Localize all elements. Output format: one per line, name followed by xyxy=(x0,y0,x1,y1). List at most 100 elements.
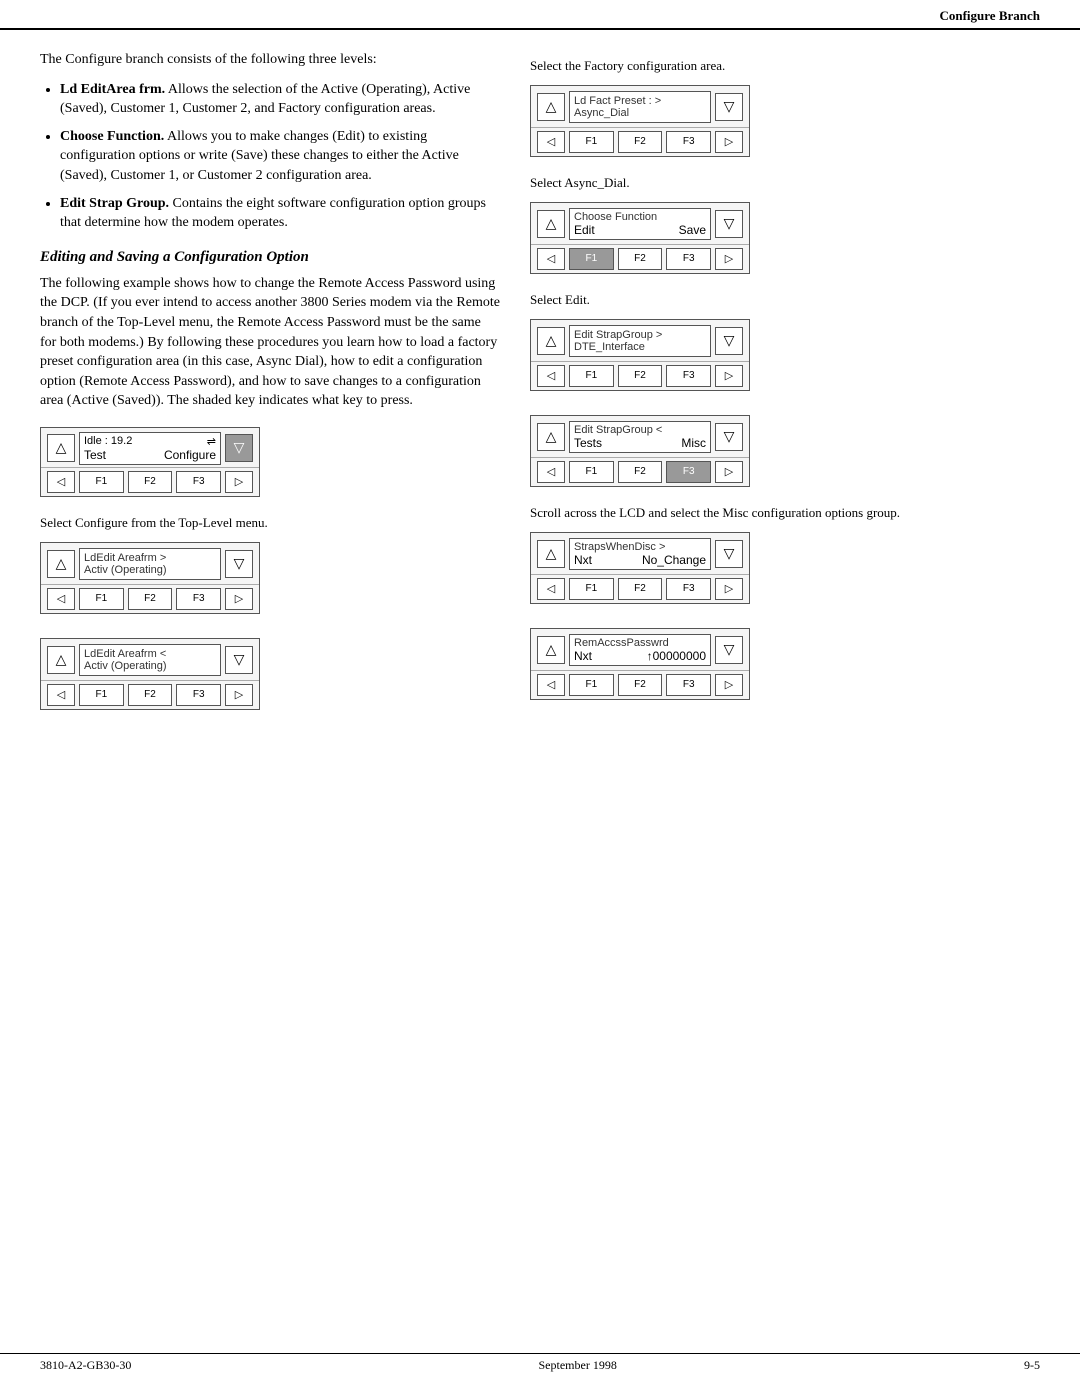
choose-function-edit: Edit xyxy=(574,223,595,237)
ldedit2-f3[interactable]: F3 xyxy=(176,684,221,706)
edit-strap2-down-btn[interactable]: ▽ xyxy=(715,423,743,451)
rem-access-up-btn[interactable]: △ xyxy=(537,636,565,664)
choose-function-f1[interactable]: F1 xyxy=(569,248,614,270)
edit-strap2-up-btn[interactable]: △ xyxy=(537,423,565,451)
edit-strap2-fwd-btn[interactable]: ▷ xyxy=(715,461,743,483)
straps-when-down-btn[interactable]: ▽ xyxy=(715,540,743,568)
ldedit2-line2: Activ (Operating) xyxy=(84,660,216,672)
edit-strap1-f1[interactable]: F1 xyxy=(569,365,614,387)
ldedit1-down-btn[interactable]: ▽ xyxy=(225,550,253,578)
ldfact-down-btn[interactable]: ▽ xyxy=(715,93,743,121)
ldedit1-bottom-row: ◁ F1 F2 F3 ▷ xyxy=(41,585,259,613)
footer-part-number: 3810-A2-GB30-30 xyxy=(40,1358,131,1373)
edit-strap2-back-btn[interactable]: ◁ xyxy=(537,461,565,483)
idle-back-btn[interactable]: ◁ xyxy=(47,471,75,493)
rem-access-f2[interactable]: F2 xyxy=(618,674,663,696)
ldedit1-back-btn[interactable]: ◁ xyxy=(47,588,75,610)
ldfact-back-btn[interactable]: ◁ xyxy=(537,131,565,153)
rem-access-line1: RemAccssPasswrd xyxy=(574,637,706,649)
straps-when-back-btn[interactable]: ◁ xyxy=(537,578,565,600)
ldedit2-f2[interactable]: F2 xyxy=(128,684,173,706)
ldedit2-panel-wrapper: △ LdEdit Areafrm < Activ (Operating) ▽ ◁… xyxy=(40,632,500,716)
ldedit1-f1[interactable]: F1 xyxy=(79,588,124,610)
straps-when-panel: △ StrapsWhenDisc > Nxt No_Change ▽ ◁ F1 … xyxy=(530,532,750,604)
edit-strap1-f2[interactable]: F2 xyxy=(618,365,663,387)
ldedit1-up-btn[interactable]: △ xyxy=(47,550,75,578)
page-header: Configure Branch xyxy=(0,0,1080,30)
idle-down-btn[interactable]: ▽ xyxy=(225,434,253,462)
ldedit2-down-btn[interactable]: ▽ xyxy=(225,646,253,674)
rem-access-panel-wrapper: △ RemAccssPasswrd Nxt ↑00000000 ▽ ◁ F1 F… xyxy=(530,622,990,706)
idle-line1-right: ⇌ xyxy=(207,435,216,448)
ldedit2-back-btn[interactable]: ◁ xyxy=(47,684,75,706)
ldfact-line2: Async_Dial xyxy=(574,107,706,119)
edit-strap1-fwd-btn[interactable]: ▷ xyxy=(715,365,743,387)
straps-when-f2[interactable]: F2 xyxy=(618,578,663,600)
choose-function-up-btn[interactable]: △ xyxy=(537,210,565,238)
edit-strap2-f3[interactable]: F3 xyxy=(666,461,711,483)
choose-function-fwd-btn[interactable]: ▷ xyxy=(715,248,743,270)
ldfact-f3[interactable]: F3 xyxy=(666,131,711,153)
straps-when-fwd-btn[interactable]: ▷ xyxy=(715,578,743,600)
choose-function-f2[interactable]: F2 xyxy=(618,248,663,270)
edit-strap1-up-btn[interactable]: △ xyxy=(537,327,565,355)
edit-strap2-misc: Misc xyxy=(681,436,706,450)
rem-access-top-row: △ RemAccssPasswrd Nxt ↑00000000 ▽ xyxy=(531,629,749,671)
edit-strap1-bottom-row: ◁ F1 F2 F3 ▷ xyxy=(531,362,749,390)
rem-access-f1[interactable]: F1 xyxy=(569,674,614,696)
rem-access-f3[interactable]: F3 xyxy=(666,674,711,696)
choose-function-back-btn[interactable]: ◁ xyxy=(537,248,565,270)
straps-when-f3[interactable]: F3 xyxy=(666,578,711,600)
ldfact-f2[interactable]: F2 xyxy=(618,131,663,153)
idle-f3[interactable]: F3 xyxy=(176,471,221,493)
idle-f2[interactable]: F2 xyxy=(128,471,173,493)
edit-strap1-line1: Edit StrapGroup > xyxy=(574,329,706,341)
edit-strap2-top-row: △ Edit StrapGroup < Tests Misc ▽ xyxy=(531,416,749,458)
ldedit1-fwd-btn[interactable]: ▷ xyxy=(225,588,253,610)
right-column: Select the Factory configuration area. △… xyxy=(530,50,990,728)
rem-access-back-btn[interactable]: ◁ xyxy=(537,674,565,696)
edit-strap2-bottom-row: ◁ F1 F2 F3 ▷ xyxy=(531,458,749,486)
caption-configure: Select Configure from the Top-Level menu… xyxy=(40,515,500,532)
idle-f1[interactable]: F1 xyxy=(79,471,124,493)
bullet-item-3: Edit Strap Group. Contains the eight sof… xyxy=(60,194,500,233)
idle-display: Idle : 19.2 ⇌ Test Configure xyxy=(79,432,221,465)
choose-function-save: Save xyxy=(679,223,706,237)
edit-strap1-back-btn[interactable]: ◁ xyxy=(537,365,565,387)
straps-when-up-btn[interactable]: △ xyxy=(537,540,565,568)
choose-function-panel: △ Choose Function Edit Save ▽ ◁ F1 F2 F3 xyxy=(530,202,750,274)
idle-fwd-btn[interactable]: ▷ xyxy=(225,471,253,493)
ldedit1-f2[interactable]: F2 xyxy=(128,588,173,610)
ldedit1-line1: LdEdit Areafrm > xyxy=(84,552,216,564)
ldedit2-f1[interactable]: F1 xyxy=(79,684,124,706)
ldedit2-fwd-btn[interactable]: ▷ xyxy=(225,684,253,706)
edit-strap1-top-row: △ Edit StrapGroup > DTE_Interface ▽ xyxy=(531,320,749,362)
choose-function-top-row: △ Choose Function Edit Save ▽ xyxy=(531,203,749,245)
ldedit1-f3[interactable]: F3 xyxy=(176,588,221,610)
edit-strap2-panel-wrapper: △ Edit StrapGroup < Tests Misc ▽ ◁ F1 F2… xyxy=(530,409,990,493)
header-title: Configure Branch xyxy=(939,8,1040,24)
choose-function-line2: Edit Save xyxy=(574,223,706,237)
rem-access-nxt: Nxt xyxy=(574,649,592,663)
ldfact-up-btn[interactable]: △ xyxy=(537,93,565,121)
rem-access-fwd-btn[interactable]: ▷ xyxy=(715,674,743,696)
edit-strap2-f2[interactable]: F2 xyxy=(618,461,663,483)
choose-function-down-btn[interactable]: ▽ xyxy=(715,210,743,238)
edit-strap1-f3[interactable]: F3 xyxy=(666,365,711,387)
ldedit2-up-btn[interactable]: △ xyxy=(47,646,75,674)
idle-up-btn[interactable]: △ xyxy=(47,434,75,462)
edit-strap2-panel: △ Edit StrapGroup < Tests Misc ▽ ◁ F1 F2… xyxy=(530,415,750,487)
choose-function-f3[interactable]: F3 xyxy=(666,248,711,270)
straps-when-f1[interactable]: F1 xyxy=(569,578,614,600)
idle-bottom-row: ◁ F1 F2 F3 ▷ xyxy=(41,468,259,496)
edit-strap1-down-btn[interactable]: ▽ xyxy=(715,327,743,355)
ldfact-line1: Ld Fact Preset : > xyxy=(574,95,706,107)
straps-when-bottom-row: ◁ F1 F2 F3 ▷ xyxy=(531,575,749,603)
rem-access-down-btn[interactable]: ▽ xyxy=(715,636,743,664)
straps-when-line1: StrapsWhenDisc > xyxy=(574,541,706,553)
ldfact-f1[interactable]: F1 xyxy=(569,131,614,153)
rem-access-bottom-row: ◁ F1 F2 F3 ▷ xyxy=(531,671,749,699)
ldfact-fwd-btn[interactable]: ▷ xyxy=(715,131,743,153)
ldfact-panel: △ Ld Fact Preset : > Async_Dial ▽ ◁ F1 F… xyxy=(530,85,750,157)
edit-strap2-f1[interactable]: F1 xyxy=(569,461,614,483)
